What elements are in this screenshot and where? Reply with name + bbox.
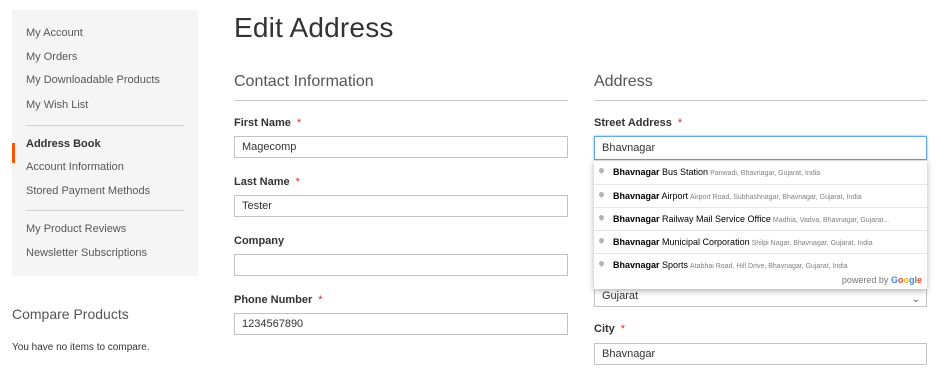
address-autocomplete-dropdown: Bhavnagar Bus Station Panwadi, Bhavnagar,…: [594, 160, 927, 289]
suggestion-secondary: Madhia, Vadva, Bhavnagar, Gujarat...: [772, 217, 890, 224]
active-indicator: [12, 143, 15, 163]
sidebar-divider: [26, 125, 184, 126]
sidebar-divider: [26, 210, 184, 211]
powered-by-google: powered by Google: [842, 275, 922, 285]
suggestion-name: Airport: [659, 191, 689, 201]
sidebar-item-wish-list[interactable]: My Wish List: [26, 99, 88, 111]
address-section-rule: [594, 100, 927, 101]
compare-empty-message: You have no items to compare.: [12, 342, 150, 353]
compare-products-title: Compare Products: [12, 306, 129, 322]
powered-by-text: powered by: [841, 275, 889, 285]
phone-label: Phone Number *: [234, 294, 323, 306]
suggestion-match: Bhavnagar: [613, 260, 660, 270]
suggestion-secondary: Panwadi, Bhavnagar, Gujarat, India: [710, 170, 821, 177]
required-marker: *: [296, 117, 302, 129]
suggestion-name: Sports: [659, 260, 689, 270]
street-address-label: Street Address *: [594, 117, 682, 129]
chevron-down-icon: ⌄: [911, 294, 920, 305]
location-pin-icon: [597, 236, 606, 245]
sidebar-item-stored-payment-methods[interactable]: Stored Payment Methods: [26, 185, 150, 197]
sidebar-item-my-orders[interactable]: My Orders: [26, 51, 77, 63]
first-name-label: First Name *: [234, 117, 301, 129]
suggestion-match: Bhavnagar: [613, 167, 660, 177]
street-address-field[interactable]: [594, 136, 927, 160]
required-marker: *: [318, 294, 323, 306]
location-pin-icon: [597, 190, 606, 199]
suggestion-name: Municipal Corporation: [659, 237, 750, 247]
last-name-label-text: Last Name: [234, 176, 290, 188]
street-address-label-text: Street Address: [594, 117, 672, 129]
suggestion-secondary: Airport Road, Subhashnagar, Bhavnagar, G…: [690, 194, 862, 201]
company-label-text: Company: [234, 235, 285, 247]
required-marker: *: [295, 176, 300, 188]
last-name-field[interactable]: [234, 195, 568, 217]
company-label: Company: [234, 235, 284, 247]
sidebar-item-my-account[interactable]: My Account: [26, 27, 83, 39]
autocomplete-suggestion[interactable]: Bhavnagar Railway Mail Service Office Mad…: [594, 207, 927, 231]
phone-label-text: Phone Number: [234, 294, 313, 306]
contact-section-title: Contact Information: [234, 73, 374, 90]
state-select-value: Gujarat: [602, 290, 639, 302]
suggestion-name: Railway Mail Service Office: [659, 214, 771, 224]
city-label: City *: [594, 323, 625, 335]
last-name-label: Last Name *: [234, 176, 300, 188]
autocomplete-suggestion[interactable]: Bhavnagar Bus Station Panwadi, Bhavnagar,…: [594, 161, 927, 184]
suggestion-secondary: Atabhai Road, Hill Drive, Bhavnagar, Guj…: [690, 263, 848, 270]
page-title: Edit Address: [234, 12, 394, 43]
sidebar-item-downloadable-products[interactable]: My Downloadable Products: [26, 74, 160, 86]
suggestion-match: Bhavnagar: [613, 237, 660, 247]
suggestion-match: Bhavnagar: [613, 214, 660, 224]
city-label-text: City: [594, 323, 615, 335]
location-pin-icon: [597, 259, 606, 268]
suggestion-name: Bus Station: [659, 167, 709, 177]
company-field[interactable]: [234, 254, 568, 276]
google-logo: Google: [890, 275, 922, 285]
phone-field[interactable]: [234, 313, 568, 335]
location-pin-icon: [597, 213, 606, 222]
sidebar-item-account-information[interactable]: Account Information: [26, 161, 124, 173]
city-field[interactable]: [594, 343, 927, 365]
autocomplete-suggestion[interactable]: Bhavnagar Municipal Corporation Shilpi Na…: [594, 230, 927, 254]
suggestion-secondary: Shilpi Nagar, Bhavnagar, Gujarat, India: [751, 240, 873, 247]
contact-section-rule: [234, 100, 568, 101]
first-name-label-text: First Name: [234, 117, 291, 129]
location-pin-icon: [597, 166, 606, 175]
autocomplete-suggestion[interactable]: Bhavnagar Sports Atabhai Road, Hill Drive…: [594, 253, 927, 277]
required-marker: *: [620, 323, 626, 335]
suggestion-match: Bhavnagar: [613, 191, 660, 201]
sidebar-item-newsletter-subscriptions[interactable]: Newsletter Subscriptions: [26, 247, 147, 259]
address-section-title: Address: [594, 73, 653, 90]
autocomplete-suggestion[interactable]: Bhavnagar Airport Airport Road, Subhashna…: [594, 184, 927, 208]
sidebar-item-product-reviews[interactable]: My Product Reviews: [26, 223, 126, 235]
sidebar-item-address-book[interactable]: Address Book: [26, 138, 101, 150]
first-name-field[interactable]: [234, 136, 568, 158]
account-sidebar: My Account My Orders My Downloadable Pro…: [12, 10, 198, 276]
required-marker: *: [677, 117, 683, 129]
